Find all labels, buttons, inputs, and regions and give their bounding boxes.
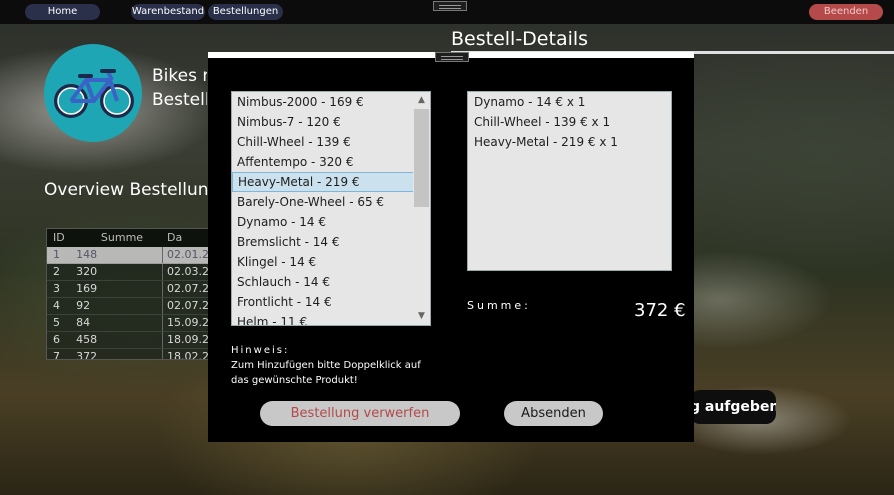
cell-sum: 84 — [76, 316, 91, 329]
discard-order-button[interactable]: Bestellung verwerfen — [260, 401, 460, 426]
dialog-drag-handle[interactable] — [435, 52, 469, 62]
send-order-button[interactable]: Absenden — [504, 401, 603, 426]
product-list-item[interactable]: Schlauch - 14 € — [232, 272, 430, 292]
nav-orders-button[interactable]: Bestellungen — [208, 4, 283, 20]
sum-label: Summe: — [467, 299, 531, 312]
cell-sum: 148 — [76, 248, 98, 261]
product-list-item[interactable]: Heavy-Metal - 219 € — [232, 172, 430, 192]
cell-sum: 92 — [76, 299, 91, 312]
dialog-title: Bestell-Details — [451, 28, 589, 50]
cell-date: 15.09.2 — [162, 315, 209, 331]
column-header-id[interactable]: ID — [47, 229, 71, 247]
window-drag-handle[interactable] — [433, 1, 467, 11]
scroll-thumb[interactable] — [414, 109, 429, 207]
order-list-item[interactable]: Chill-Wheel - 139 € x 1 — [468, 112, 671, 132]
app-title: Bikes n Bestellu — [152, 66, 207, 110]
product-list-item[interactable]: Helm - 11 € — [232, 312, 430, 325]
nav-home-button[interactable]: Home — [25, 4, 100, 20]
cell-sum: 458 — [76, 333, 98, 346]
product-list-item[interactable]: Frontlicht - 14 € — [232, 292, 430, 312]
scroll-up-icon[interactable]: ▲ — [413, 92, 430, 109]
bicycle-icon — [54, 69, 134, 118]
product-items: Nimbus-2000 - 169 € Nimbus-7 - 120 € Chill… — [232, 92, 430, 325]
cell-id: 2 — [53, 265, 60, 278]
nav-inventory-button[interactable]: Warenbestand — [131, 4, 205, 20]
cell-id: 5 — [53, 316, 60, 329]
cell-id: 6 — [53, 333, 60, 346]
scroll-down-icon[interactable]: ▼ — [413, 308, 430, 325]
product-list-scrollbar[interactable]: ▲ ▼ — [413, 92, 430, 325]
table-row[interactable]: 4 92 02.07.2 — [47, 298, 209, 315]
cell-date: 18.09.2 — [162, 332, 209, 348]
cell-id: 1 — [53, 248, 60, 261]
cell-id: 3 — [53, 282, 60, 295]
hint-label: Hinweis: — [231, 345, 290, 356]
order-items-list[interactable]: Dynamo - 14 € x 1 Chill-Wheel - 139 € x 1… — [467, 91, 672, 271]
product-list-item[interactable]: Nimbus-2000 - 169 € — [232, 92, 430, 112]
order-list-item[interactable]: Heavy-Metal - 219 € x 1 — [468, 132, 671, 152]
table-row[interactable]: 3 169 02.07.2 — [47, 281, 209, 298]
quit-button[interactable]: Beenden — [809, 4, 883, 20]
table-row[interactable]: 6 458 18.09.2 — [47, 332, 209, 349]
product-list-item[interactable]: Nimbus-7 - 120 € — [232, 112, 430, 132]
cell-sum: 372 — [76, 350, 98, 360]
column-header-sum[interactable]: Summe — [71, 229, 167, 247]
cell-date: 18.02.2 — [162, 349, 209, 359]
cell-id: 7 — [53, 350, 60, 360]
product-list[interactable]: Nimbus-2000 - 169 € Nimbus-7 - 120 € Chill… — [231, 91, 431, 326]
product-list-item[interactable]: Chill-Wheel - 139 € — [232, 132, 430, 152]
table-row[interactable]: 1 148 02.01.2 — [47, 247, 209, 264]
cell-sum: 320 — [76, 265, 98, 278]
cell-date: 02.07.2 — [162, 298, 209, 314]
hint-text: Zum Hinzufügen bitte Doppelklick auf das… — [231, 360, 421, 386]
product-list-item[interactable]: Dynamo - 14 € — [232, 212, 430, 232]
cell-date: 02.01.2 — [162, 247, 209, 263]
table-header: ID Summe Da — [47, 229, 209, 247]
column-header-date[interactable]: Da — [167, 229, 209, 247]
product-list-item[interactable]: Klingel - 14 € — [232, 252, 430, 272]
sum-value: 372 € — [634, 300, 686, 321]
overview-title: Overview Bestellunge — [44, 180, 208, 200]
product-list-item[interactable]: Bremslicht - 14 € — [232, 232, 430, 252]
table-row[interactable]: 2 320 02.03.2 — [47, 264, 209, 281]
cell-sum: 169 — [76, 282, 98, 295]
product-list-item[interactable]: Affentempo - 320 € — [232, 152, 430, 172]
table-row[interactable]: 5 84 15.09.2 — [47, 315, 209, 332]
order-items: Dynamo - 14 € x 1 Chill-Wheel - 139 € x 1… — [468, 92, 671, 152]
table-row[interactable]: 7 372 18.02.2 — [47, 349, 209, 360]
place-order-button[interactable]: g aufgeben — [690, 390, 776, 424]
bike-logo — [44, 44, 142, 142]
orders-table[interactable]: ID Summe Da 1 148 02.01.2 2 320 02.03.2 … — [46, 228, 210, 360]
product-list-item[interactable]: Barely-One-Wheel - 65 € — [232, 192, 430, 212]
order-list-item[interactable]: Dynamo - 14 € x 1 — [468, 92, 671, 112]
cell-date: 02.03.2 — [162, 264, 209, 280]
cell-date: 02.07.2 — [162, 281, 209, 297]
cell-id: 4 — [53, 299, 60, 312]
